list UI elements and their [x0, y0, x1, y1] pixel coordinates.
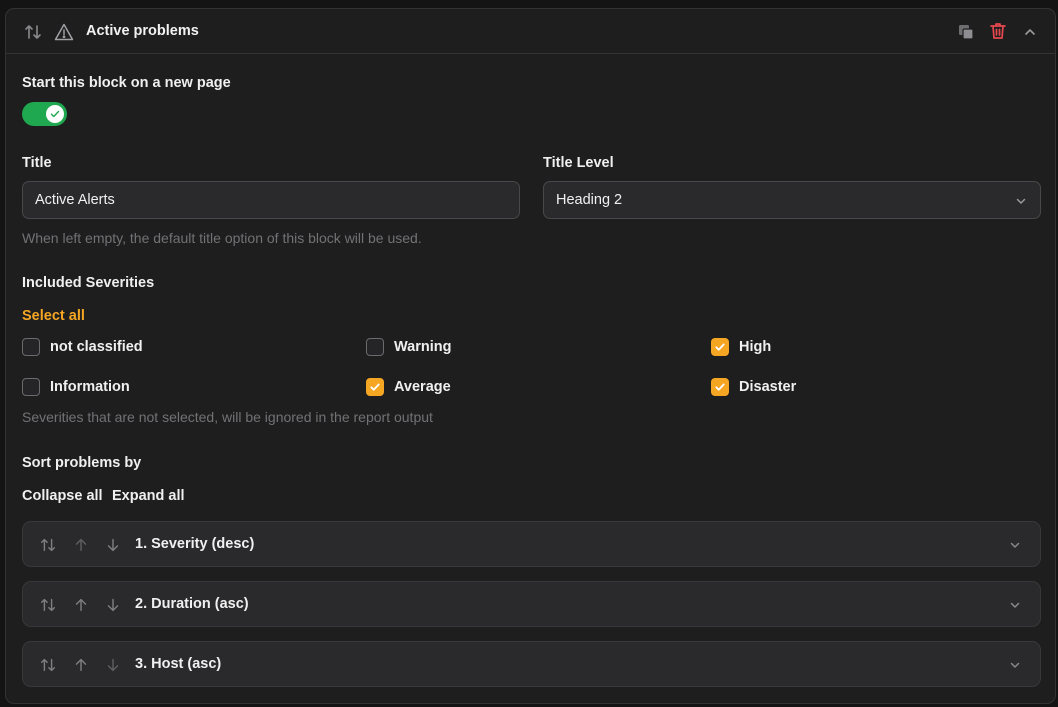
arrow-down-icon[interactable]	[104, 656, 122, 674]
chevron-down-icon[interactable]	[1008, 598, 1022, 612]
severities-label: Included Severities	[22, 275, 155, 291]
severity-label: not classified	[50, 339, 143, 355]
sort-label: Sort problems by	[22, 455, 142, 471]
title-level-select[interactable]: Heading 2	[543, 181, 1041, 219]
checkbox[interactable]	[22, 378, 40, 396]
chevron-up-icon[interactable]	[1020, 22, 1040, 42]
sort-item-duration[interactable]: 2. Duration (asc)	[22, 581, 1041, 627]
chevron-down-icon[interactable]	[1008, 658, 1022, 672]
new-page-label: Start this block on a new page	[22, 75, 231, 91]
checkbox[interactable]	[366, 338, 384, 356]
chevron-down-icon	[1014, 194, 1028, 208]
chevron-down-icon[interactable]	[1008, 538, 1022, 552]
title-hint: When left empty, the default title optio…	[22, 230, 422, 246]
title-input[interactable]	[22, 181, 520, 219]
block-header: Active problems	[6, 9, 1055, 54]
severity-label: Disaster	[739, 379, 797, 395]
checkbox-checked[interactable]	[366, 378, 384, 396]
arrow-up-icon[interactable]	[72, 656, 90, 674]
checkbox-checked[interactable]	[711, 378, 729, 396]
swap-vertical-icon[interactable]	[23, 22, 43, 42]
sort-item-label: 3. Host (asc)	[135, 656, 222, 672]
check-icon	[50, 110, 60, 118]
copy-icon[interactable]	[956, 22, 976, 42]
severity-label: Average	[394, 379, 451, 395]
title-label: Title	[22, 155, 52, 171]
check-icon	[715, 383, 725, 391]
sort-item-label: 1. Severity (desc)	[135, 536, 255, 552]
title-level-value: Heading 2	[556, 192, 623, 208]
select-all-link[interactable]: Select all	[22, 308, 85, 324]
warning-triangle-icon	[54, 22, 74, 42]
severity-label: High	[739, 339, 772, 355]
sort-item-severity[interactable]: 1. Severity (desc)	[22, 521, 1041, 567]
block-title: Active problems	[86, 23, 199, 39]
checkbox[interactable]	[22, 338, 40, 356]
new-page-toggle[interactable]	[22, 102, 67, 126]
toggle-knob	[46, 105, 64, 123]
swap-vertical-icon[interactable]	[39, 536, 57, 554]
check-icon	[370, 383, 380, 391]
severities-hint: Severities that are not selected, will b…	[22, 409, 433, 425]
collapse-all-link[interactable]: Collapse all	[22, 488, 103, 504]
severity-label: Information	[50, 379, 130, 395]
trash-icon[interactable]	[988, 21, 1008, 41]
swap-vertical-icon[interactable]	[39, 596, 57, 614]
sort-item-label: 2. Duration (asc)	[135, 596, 249, 612]
arrow-up-icon[interactable]	[72, 536, 90, 554]
arrow-up-icon[interactable]	[72, 596, 90, 614]
arrow-down-icon[interactable]	[104, 596, 122, 614]
severity-label: Warning	[394, 339, 452, 355]
expand-all-link[interactable]: Expand all	[112, 488, 185, 504]
swap-vertical-icon[interactable]	[39, 656, 57, 674]
arrow-down-icon[interactable]	[104, 536, 122, 554]
sort-item-host[interactable]: 3. Host (asc)	[22, 641, 1041, 687]
checkbox-checked[interactable]	[711, 338, 729, 356]
block-panel: Active problems Start this block on a ne…	[5, 8, 1056, 704]
title-level-label: Title Level	[543, 155, 614, 171]
check-icon	[715, 343, 725, 351]
